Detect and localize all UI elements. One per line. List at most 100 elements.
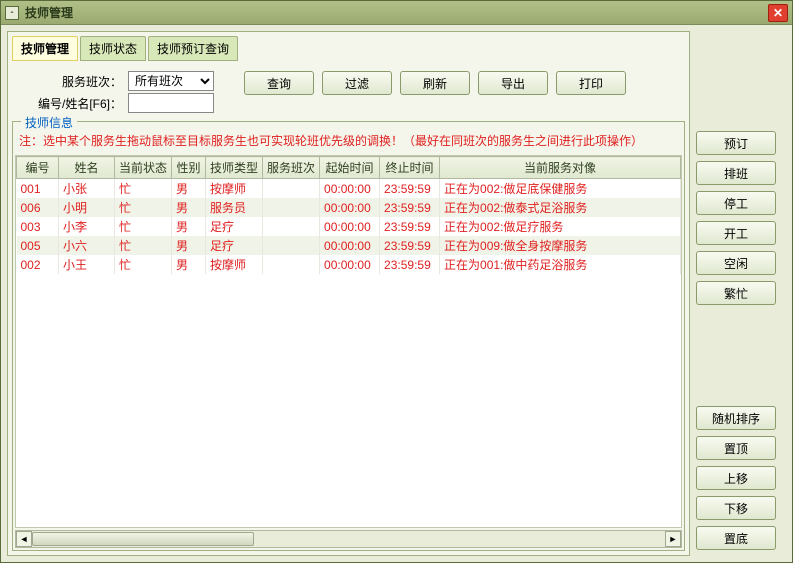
cell-target: 正在为002:做足底保健服务 bbox=[440, 179, 681, 199]
col-start[interactable]: 起始时间 bbox=[320, 157, 380, 179]
schedule-button[interactable]: 排班 bbox=[696, 161, 776, 185]
cell-name: 小张 bbox=[59, 179, 115, 199]
cell-target: 正在为001:做中药足浴服务 bbox=[440, 255, 681, 274]
cell-gender: 男 bbox=[172, 236, 206, 255]
technician-table: 编号 姓名 当前状态 性别 技师类型 服务班次 起始时间 终止时间 当前服务对像 bbox=[16, 156, 681, 274]
side-panel: 预订排班停工开工空闲繁忙 随机排序置顶上移下移置底 bbox=[696, 31, 786, 556]
cell-gender: 男 bbox=[172, 198, 206, 217]
shift-label: 服务班次： bbox=[32, 73, 122, 90]
cell-end: 23:59:59 bbox=[380, 217, 440, 236]
filter-button[interactable]: 过滤 bbox=[322, 71, 392, 95]
idle-button[interactable]: 空闲 bbox=[696, 251, 776, 275]
up-button[interactable]: 上移 bbox=[696, 466, 776, 490]
cell-name: 小六 bbox=[59, 236, 115, 255]
top-button[interactable]: 置顶 bbox=[696, 436, 776, 460]
random-button[interactable]: 随机排序 bbox=[696, 406, 776, 430]
cell-end: 23:59:59 bbox=[380, 179, 440, 199]
technician-info-group: 技师信息 注：选中某个服务生拖动鼠标至目标服务生也可实现轮班优先级的调换！（最好… bbox=[12, 121, 685, 551]
table-row[interactable]: 003小李忙男足疗 00:00:0023:59:59正在为002:做足疗服务 bbox=[17, 217, 681, 236]
tab-technician-reserve-query[interactable]: 技师预订查询 bbox=[148, 36, 238, 61]
export-button[interactable]: 导出 bbox=[478, 71, 548, 95]
refresh-button[interactable]: 刷新 bbox=[400, 71, 470, 95]
cell-id: 005 bbox=[17, 236, 59, 255]
stop-button[interactable]: 停工 bbox=[696, 191, 776, 215]
cell-end: 23:59:59 bbox=[380, 198, 440, 217]
cell-start: 00:00:00 bbox=[320, 217, 380, 236]
fieldset-legend: 技师信息 bbox=[21, 114, 77, 131]
cell-start: 00:00:00 bbox=[320, 198, 380, 217]
cell-type: 足疗 bbox=[206, 217, 263, 236]
tab-technician-status[interactable]: 技师状态 bbox=[80, 36, 146, 61]
cell-target: 正在为002:做泰式足浴服务 bbox=[440, 198, 681, 217]
scroll-track[interactable] bbox=[32, 531, 665, 547]
col-end[interactable]: 终止时间 bbox=[380, 157, 440, 179]
print-button[interactable]: 打印 bbox=[556, 71, 626, 95]
reserve-button[interactable]: 预订 bbox=[696, 131, 776, 155]
table-row[interactable]: 005小六忙男足疗 00:00:0023:59:59正在为009:做全身按摩服务 bbox=[17, 236, 681, 255]
cell-id: 001 bbox=[17, 179, 59, 199]
col-shift[interactable]: 服务班次 bbox=[263, 157, 320, 179]
start-button[interactable]: 开工 bbox=[696, 221, 776, 245]
toolbar: 查询 过滤 刷新 导出 打印 bbox=[244, 71, 626, 95]
cell-shift bbox=[263, 179, 320, 199]
table-row[interactable]: 002小王忙男按摩师 00:00:0023:59:59正在为001:做中药足浴服务 bbox=[17, 255, 681, 274]
cell-type: 足疗 bbox=[206, 236, 263, 255]
table-row[interactable]: 001小张忙男按摩师00:00:0023:59:59正在为002:做足底保健服务 bbox=[17, 179, 681, 199]
cell-name: 小明 bbox=[59, 198, 115, 217]
id-input[interactable] bbox=[128, 93, 214, 113]
col-target[interactable]: 当前服务对像 bbox=[440, 157, 681, 179]
query-button[interactable]: 查询 bbox=[244, 71, 314, 95]
table-row[interactable]: 006小明忙男服务员 00:00:0023:59:59正在为002:做泰式足浴服务 bbox=[17, 198, 681, 217]
cell-gender: 男 bbox=[172, 179, 206, 199]
col-gender[interactable]: 性别 bbox=[172, 157, 206, 179]
busy-button[interactable]: 繁忙 bbox=[696, 281, 776, 305]
note-text: 注：选中某个服务生拖动鼠标至目标服务生也可实现轮班优先级的调换！（最好在同班次的… bbox=[13, 122, 684, 153]
cell-name: 小王 bbox=[59, 255, 115, 274]
scroll-left-icon[interactable]: ◄ bbox=[16, 531, 32, 547]
main-panel: 技师管理 技师状态 技师预订查询 服务班次： 所有班次 编号/姓名[F6]： bbox=[7, 31, 690, 556]
cell-id: 003 bbox=[17, 217, 59, 236]
cell-type: 按摩师 bbox=[206, 179, 263, 199]
cell-start: 00:00:00 bbox=[320, 255, 380, 274]
cell-end: 23:59:59 bbox=[380, 255, 440, 274]
cell-target: 正在为002:做足疗服务 bbox=[440, 217, 681, 236]
horizontal-scrollbar[interactable]: ◄ ► bbox=[15, 530, 682, 548]
cell-end: 23:59:59 bbox=[380, 236, 440, 255]
cell-name: 小李 bbox=[59, 217, 115, 236]
shift-select[interactable]: 所有班次 bbox=[128, 71, 214, 91]
cell-status: 忙 bbox=[115, 198, 172, 217]
tabstrip: 技师管理 技师状态 技师预订查询 bbox=[12, 36, 685, 61]
cell-type: 按摩师 bbox=[206, 255, 263, 274]
titlebar: - 技师管理 ✕ bbox=[1, 1, 792, 25]
col-name[interactable]: 姓名 bbox=[59, 157, 115, 179]
id-label: 编号/姓名[F6]： bbox=[32, 95, 122, 112]
window: - 技师管理 ✕ 技师管理 技师状态 技师预订查询 服务班次： 所有班次 bbox=[0, 0, 793, 563]
table-header-row: 编号 姓名 当前状态 性别 技师类型 服务班次 起始时间 终止时间 当前服务对像 bbox=[17, 157, 681, 179]
cell-status: 忙 bbox=[115, 255, 172, 274]
cell-gender: 男 bbox=[172, 255, 206, 274]
close-icon[interactable]: ✕ bbox=[768, 4, 788, 22]
scroll-thumb[interactable] bbox=[32, 532, 254, 546]
tab-technician-manage[interactable]: 技师管理 bbox=[12, 36, 78, 61]
col-id[interactable]: 编号 bbox=[17, 157, 59, 179]
down-button[interactable]: 下移 bbox=[696, 496, 776, 520]
cell-target: 正在为009:做全身按摩服务 bbox=[440, 236, 681, 255]
minimize-icon[interactable]: - bbox=[5, 6, 19, 20]
cell-id: 002 bbox=[17, 255, 59, 274]
col-type[interactable]: 技师类型 bbox=[206, 157, 263, 179]
col-status[interactable]: 当前状态 bbox=[115, 157, 172, 179]
cell-shift bbox=[263, 236, 320, 255]
cell-status: 忙 bbox=[115, 236, 172, 255]
cell-id: 006 bbox=[17, 198, 59, 217]
cell-start: 00:00:00 bbox=[320, 236, 380, 255]
table-wrap[interactable]: 编号 姓名 当前状态 性别 技师类型 服务班次 起始时间 终止时间 当前服务对像 bbox=[15, 155, 682, 528]
scroll-right-icon[interactable]: ► bbox=[665, 531, 681, 547]
cell-type: 服务员 bbox=[206, 198, 263, 217]
content: 技师管理 技师状态 技师预订查询 服务班次： 所有班次 编号/姓名[F6]： bbox=[1, 25, 792, 562]
cell-gender: 男 bbox=[172, 217, 206, 236]
window-title: 技师管理 bbox=[25, 4, 768, 21]
cell-start: 00:00:00 bbox=[320, 179, 380, 199]
cell-status: 忙 bbox=[115, 217, 172, 236]
bottom-button[interactable]: 置底 bbox=[696, 526, 776, 550]
cell-shift bbox=[263, 217, 320, 236]
